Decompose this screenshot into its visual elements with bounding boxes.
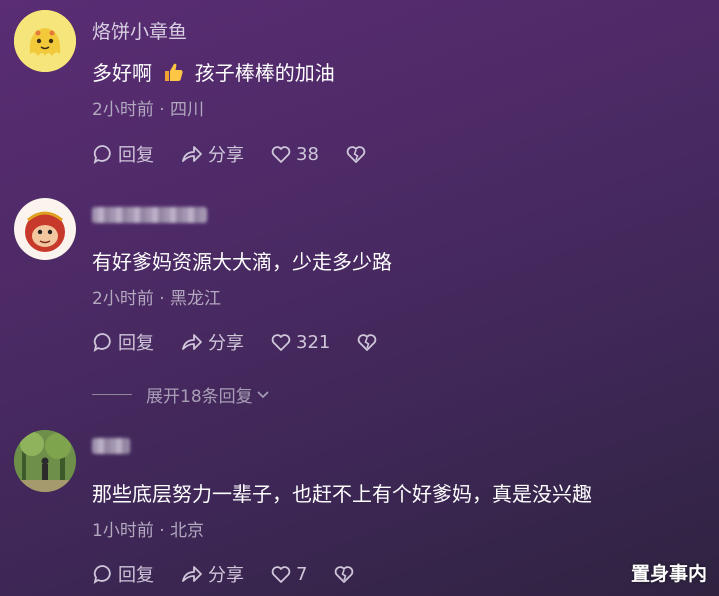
comment-text-part: 多好啊 — [92, 61, 152, 85]
octopus-avatar-icon — [14, 10, 76, 72]
comment-actions: 回复 分享 38 — [92, 141, 393, 167]
watermark: 置身事内 — [630, 563, 707, 585]
like-count: 38 — [296, 143, 319, 165]
reply-button[interactable]: 回复 — [92, 329, 154, 355]
chevron-down-icon — [257, 391, 269, 399]
thumbs-up-icon — [162, 61, 184, 88]
comment-actions: 回复 分享 321 — [92, 329, 404, 355]
username-redacted[interactable] — [92, 207, 207, 223]
like-button[interactable]: 7 — [270, 563, 307, 585]
avatar[interactable] — [14, 198, 76, 260]
dislike-button[interactable] — [356, 331, 378, 353]
share-button[interactable]: 分享 — [180, 141, 244, 167]
comment-item: 烙饼小章鱼 多好啊 孩子棒棒的加油 2小时前 · 四川 回复 分享 38 — [0, 0, 719, 190]
avatar[interactable] — [14, 430, 76, 492]
reply-label: 回复 — [118, 145, 154, 166]
reply-button[interactable]: 回复 — [92, 141, 154, 167]
comment-text: 有好爹妈资源大大滴，少走多少路 — [92, 250, 392, 274]
username[interactable]: 烙饼小章鱼 — [92, 17, 187, 44]
like-button[interactable]: 38 — [270, 143, 319, 165]
like-count: 321 — [296, 331, 331, 353]
heart-icon — [271, 566, 291, 583]
username-redacted[interactable] — [92, 438, 130, 454]
dislike-button[interactable] — [345, 143, 367, 165]
like-count: 7 — [296, 563, 308, 585]
expand-replies-button[interactable]: 展开18条回复 — [92, 382, 271, 407]
comment-text-part: 孩子棒棒的加油 — [194, 61, 335, 85]
reply-bubble-icon — [93, 565, 111, 584]
reply-bubble-icon — [93, 333, 111, 352]
share-button[interactable]: 分享 — [180, 329, 244, 355]
broken-heart-icon — [358, 334, 377, 351]
reply-label: 回复 — [118, 565, 154, 586]
broken-heart-icon — [335, 566, 354, 583]
share-arrow-icon — [182, 146, 202, 162]
comment-meta: 2小时前 · 四川 — [92, 100, 205, 120]
share-label: 分享 — [208, 333, 244, 354]
share-button[interactable]: 分享 — [180, 561, 244, 587]
comment-meta: 2小时前 · 黑龙江 — [92, 289, 222, 309]
comment-text: 多好啊 孩子棒棒的加油 — [92, 57, 335, 88]
dislike-button[interactable] — [333, 563, 355, 585]
share-arrow-icon — [182, 566, 202, 582]
avatar[interactable] — [14, 10, 76, 72]
reply-bubble-icon — [93, 145, 111, 164]
share-arrow-icon — [182, 334, 202, 350]
heart-icon — [271, 334, 291, 351]
reply-label: 回复 — [118, 333, 154, 354]
like-button[interactable]: 321 — [270, 331, 330, 353]
divider — [92, 393, 132, 395]
comment-item: 那些底层努力一辈子，也赶不上有个好爹妈，真是没兴趣 1小时前 · 北京 回复 分… — [0, 420, 719, 596]
forest-photo-avatar-icon — [14, 430, 76, 492]
share-label: 分享 — [208, 565, 244, 586]
share-label: 分享 — [208, 145, 244, 166]
comment-meta: 1小时前 · 北京 — [92, 521, 205, 541]
reply-button[interactable]: 回复 — [92, 561, 154, 587]
monkey-king-avatar-icon — [14, 198, 76, 260]
comment-actions: 回复 分享 7 — [92, 561, 381, 587]
broken-heart-icon — [346, 146, 366, 163]
heart-icon — [271, 146, 291, 163]
comment-text: 那些底层努力一辈子，也赶不上有个好爹妈，真是没兴趣 — [92, 482, 592, 506]
expand-replies-label: 展开18条回复 — [146, 386, 253, 407]
